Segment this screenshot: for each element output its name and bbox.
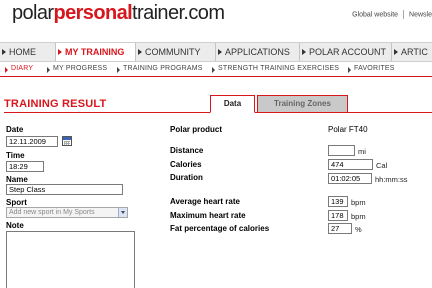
avg-hr-unit: bpm xyxy=(351,198,366,207)
arrow-right-icon xyxy=(117,67,120,73)
subnav-favorites-label: FAVORITES xyxy=(354,65,395,72)
arrow-right-icon xyxy=(138,49,142,55)
nav-articles-label: ARTIC xyxy=(401,47,428,57)
nav-my-training-label: MY TRAINING xyxy=(65,47,125,57)
arrow-right-icon xyxy=(302,49,306,55)
max-hr-field[interactable]: 178 xyxy=(328,210,348,221)
subnav-my-progress-label: MY PROGRESS xyxy=(53,65,108,72)
date-label: Date xyxy=(6,125,24,134)
product-value: Polar FT40 xyxy=(328,125,368,134)
max-hr-label: Maximum heart rate xyxy=(170,211,246,220)
product-label: Polar product xyxy=(170,125,223,134)
page-title: TRAINING RESULT xyxy=(4,98,107,110)
newsletter-link[interactable]: Newsle xyxy=(409,11,432,18)
nav-articles[interactable]: ARTIC xyxy=(392,43,432,61)
nav-community-label: COMMUNITY xyxy=(145,47,201,57)
note-label: Note xyxy=(6,221,24,230)
logo-prefix: polar xyxy=(12,2,54,24)
date-field[interactable]: 12.11.2009 xyxy=(6,136,58,147)
calendar-icon[interactable] xyxy=(62,136,72,146)
fat-percentage-label: Fat percentage of calories xyxy=(170,224,270,233)
subnav-diary-label: DIARY xyxy=(11,65,34,72)
top-links: Global website Newsle xyxy=(352,10,432,19)
duration-field[interactable]: 01:02:05 xyxy=(328,173,372,184)
max-hr-unit: bpm xyxy=(351,212,366,221)
avg-hr-field[interactable]: 139 xyxy=(328,196,348,207)
nav-home-label: HOME xyxy=(9,47,36,57)
nav-home[interactable]: HOME xyxy=(0,43,56,61)
logo-brand: personal xyxy=(53,2,133,24)
name-label: Name xyxy=(6,175,28,184)
arrow-right-icon xyxy=(394,49,398,55)
calories-label: Calories xyxy=(170,160,202,169)
main-navigation: HOME MY TRAINING COMMUNITY APPLICATIONS … xyxy=(0,42,432,62)
arrow-right-icon xyxy=(58,49,62,55)
nav-my-training[interactable]: MY TRAINING xyxy=(56,43,136,61)
nav-polar-account-label: POLAR ACCOUNT xyxy=(309,47,387,57)
subnav-training-programs-label: TRAINING PROGRAMS xyxy=(123,65,203,72)
distance-field[interactable] xyxy=(328,145,355,156)
distance-unit: mi xyxy=(358,147,366,156)
fat-percentage-unit: % xyxy=(355,225,362,234)
nav-polar-account[interactable]: POLAR ACCOUNT xyxy=(300,43,392,61)
sport-label: Sport xyxy=(6,198,27,207)
chevron-down-icon xyxy=(118,208,127,217)
nav-applications[interactable]: APPLICATIONS xyxy=(216,43,300,61)
time-label: Time xyxy=(6,151,25,160)
logo-suffix: trainer.com xyxy=(132,2,225,24)
arrow-right-icon xyxy=(5,67,8,73)
subnav-favorites[interactable]: FAVORITES xyxy=(347,65,395,73)
arrow-right-icon xyxy=(218,49,222,55)
tab-data[interactable]: Data xyxy=(210,95,255,113)
site-header: polarpersonaltrainer.com Global website N… xyxy=(0,0,432,42)
subnav-training-programs[interactable]: TRAINING PROGRAMS xyxy=(116,65,203,73)
arrow-right-icon xyxy=(47,67,50,73)
sub-navigation: DIARY MY PROGRESS TRAINING PROGRAMS STRE… xyxy=(0,63,432,77)
subnav-diary[interactable]: DIARY xyxy=(4,65,34,73)
calories-unit: Cal xyxy=(376,161,388,170)
sport-select-value: Add new sport in My Sports xyxy=(9,209,95,216)
sport-select[interactable]: Add new sport in My Sports xyxy=(6,207,128,218)
avg-hr-label: Average heart rate xyxy=(170,197,240,206)
nav-community[interactable]: COMMUNITY xyxy=(136,43,216,61)
name-field[interactable]: Step Class xyxy=(6,184,123,195)
subnav-my-progress[interactable]: MY PROGRESS xyxy=(46,65,108,73)
arrow-right-icon xyxy=(212,67,215,73)
subnav-strength-exercises[interactable]: STRENGTH TRAINING EXERCISES xyxy=(211,65,340,73)
arrow-right-icon xyxy=(2,49,6,55)
duration-unit: hh:mm:ss xyxy=(375,175,408,184)
calories-field[interactable]: 474 xyxy=(328,159,373,170)
site-logo[interactable]: polarpersonaltrainer.com xyxy=(12,2,225,25)
tab-training-zones[interactable]: Training Zones xyxy=(257,95,348,113)
global-website-link[interactable]: Global website xyxy=(352,11,398,18)
subnav-strength-exercises-label: STRENGTH TRAINING EXERCISES xyxy=(218,65,340,72)
distance-label: Distance xyxy=(170,146,204,155)
nav-applications-label: APPLICATIONS xyxy=(225,47,290,57)
note-textarea[interactable] xyxy=(6,231,135,288)
duration-label: Duration xyxy=(170,173,203,182)
time-field[interactable]: 18:29 xyxy=(6,161,44,172)
link-separator xyxy=(403,10,405,19)
arrow-right-icon xyxy=(348,67,351,73)
fat-percentage-field[interactable]: 27 xyxy=(328,223,352,234)
